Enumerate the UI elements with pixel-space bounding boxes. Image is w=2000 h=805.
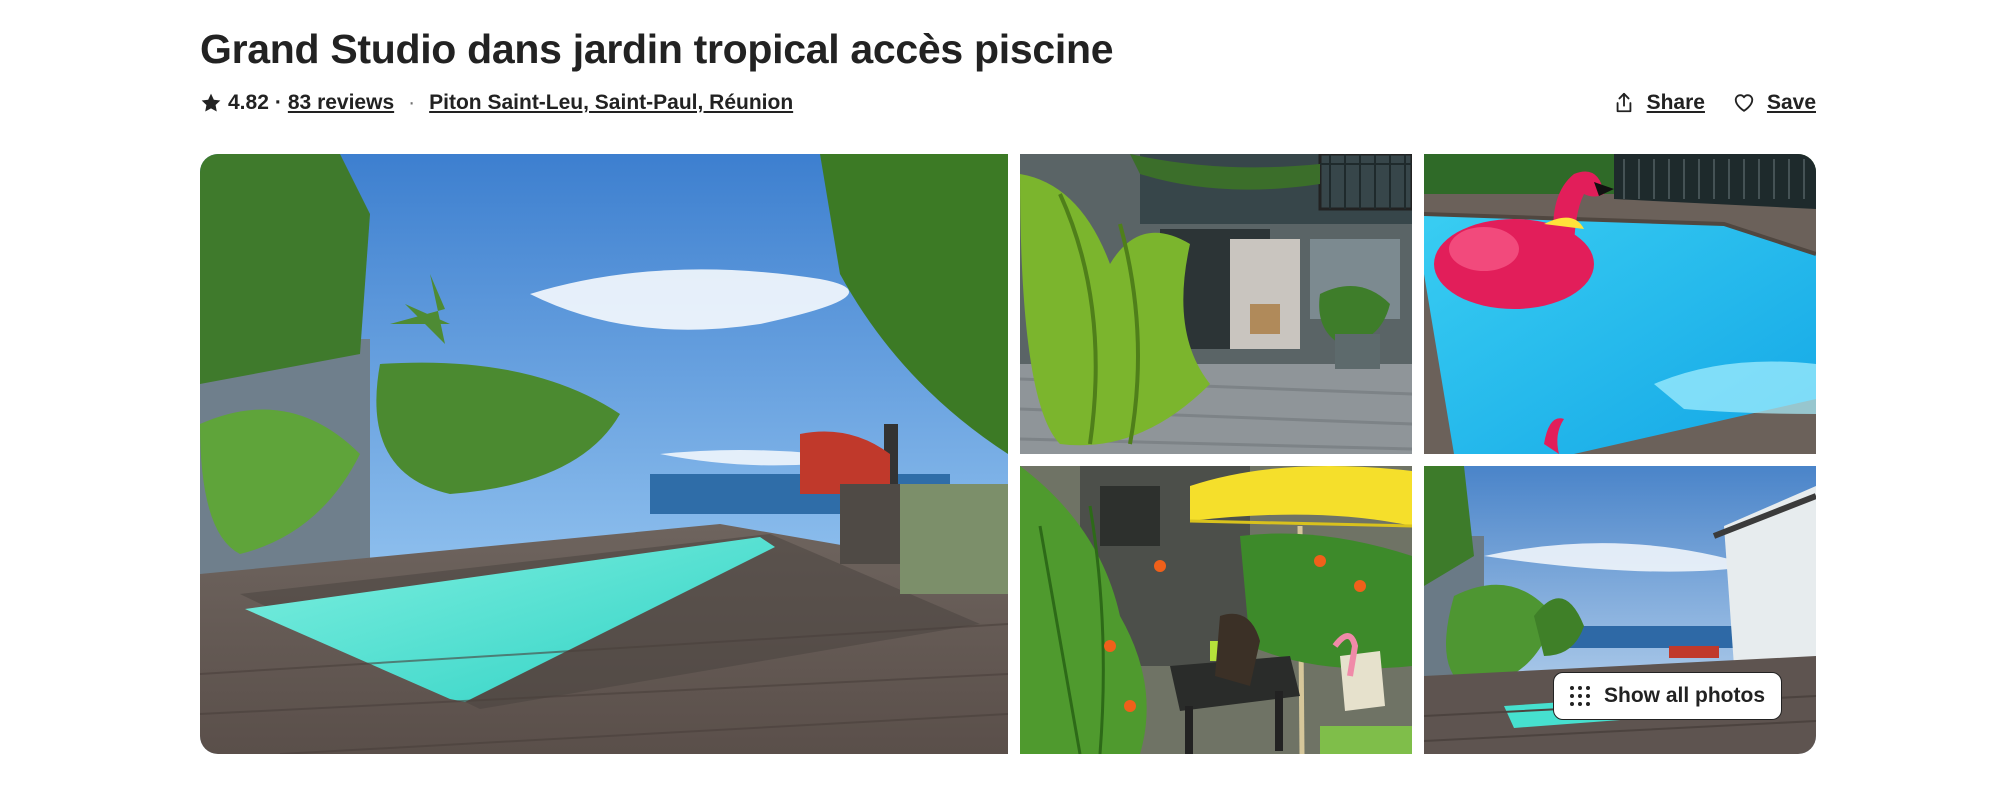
grid-dots-icon	[1570, 686, 1590, 706]
share-button[interactable]: Share	[1613, 87, 1705, 119]
rating-separator: ·	[274, 91, 282, 114]
show-all-photos-button[interactable]: Show all photos	[1553, 672, 1782, 720]
share-icon	[1613, 92, 1635, 114]
location-link[interactable]: Piton Saint-Leu, Saint-Paul, Réunion	[429, 91, 793, 115]
photo-pool-flamingo[interactable]	[1424, 154, 1816, 454]
listing-page: Grand Studio dans jardin tropical accès …	[0, 0, 2000, 805]
photo-garden-terrace[interactable]	[1020, 466, 1412, 754]
reviews-link[interactable]: 83 reviews	[288, 91, 394, 115]
save-button[interactable]: Save	[1733, 87, 1816, 119]
share-label: Share	[1646, 91, 1705, 114]
photo-main[interactable]	[200, 154, 1008, 754]
listing-title: Grand Studio dans jardin tropical accès …	[200, 26, 1114, 72]
heart-icon	[1733, 92, 1755, 114]
show-all-photos-label: Show all photos	[1604, 684, 1765, 707]
rating-value: 4.82	[228, 91, 269, 114]
listing-meta-row: 4.82 · 83 reviews · Piton Saint-Leu, Sai…	[200, 88, 1816, 118]
listing-actions: Share Save	[1613, 87, 1816, 119]
save-label: Save	[1766, 91, 1816, 114]
photo-studio-entrance[interactable]	[1020, 154, 1412, 454]
star-icon	[200, 92, 222, 114]
photo-gallery	[200, 154, 1816, 754]
meta-bullet: ·	[408, 91, 416, 114]
listing-meta-left: 4.82 · 83 reviews · Piton Saint-Leu, Sai…	[200, 91, 793, 115]
